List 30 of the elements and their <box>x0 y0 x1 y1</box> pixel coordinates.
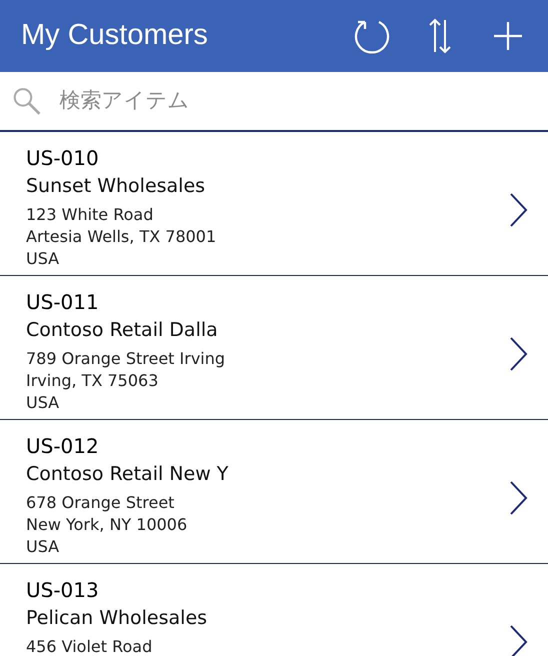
customer-name: Contoso Retail Dalla <box>26 318 219 343</box>
customer-row[interactable]: US-010 Sunset Wholesales 123 White Road Artesia Wells, TX 78001 USA <box>0 132 548 276</box>
customer-name: Contoso Retail New Y <box>26 462 230 487</box>
customer-row[interactable]: US-011 Contoso Retail Dalla 789 Orange Street Irving Irving, TX 75063 USA <box>0 276 548 420</box>
address-line: USA <box>26 392 60 414</box>
address-line: New York, NY 10006 <box>26 514 188 536</box>
customer-row[interactable]: US-012 Contoso Retail New Y 678 Orange Street New York, NY 10006 USA <box>0 420 548 564</box>
customer-id: US-010 <box>26 145 100 172</box>
address-line: USA <box>26 248 60 270</box>
add-icon <box>492 20 524 52</box>
address-line: 456 Violet Road <box>26 636 154 656</box>
chevron-icon <box>508 624 528 656</box>
chevron-icon <box>508 480 528 516</box>
chevron-icon <box>508 192 528 228</box>
search-icon <box>12 85 42 117</box>
address-line: USA <box>26 536 60 558</box>
header-title: My Customers <box>21 18 209 54</box>
customer-name: Sunset Wholesales <box>26 174 206 199</box>
address-line: 123 White Road <box>26 204 154 226</box>
customer-row[interactable]: US-013 Pelican Wholesales 456 Violet Road <box>0 564 548 656</box>
customer-id: US-013 <box>26 577 100 604</box>
address-line: 678 Orange Street <box>26 492 176 514</box>
customer-id: US-011 <box>26 289 100 316</box>
address-line: Irving, TX 75063 <box>26 370 160 392</box>
address-line: 789 Orange Street Irving <box>26 348 226 370</box>
chevron-icon <box>508 336 528 372</box>
customer-id: US-012 <box>26 433 100 460</box>
sort-icon <box>428 18 452 54</box>
address-line: Artesia Wells, TX 78001 <box>26 226 218 248</box>
customer-name: Pelican Wholesales <box>26 606 208 631</box>
